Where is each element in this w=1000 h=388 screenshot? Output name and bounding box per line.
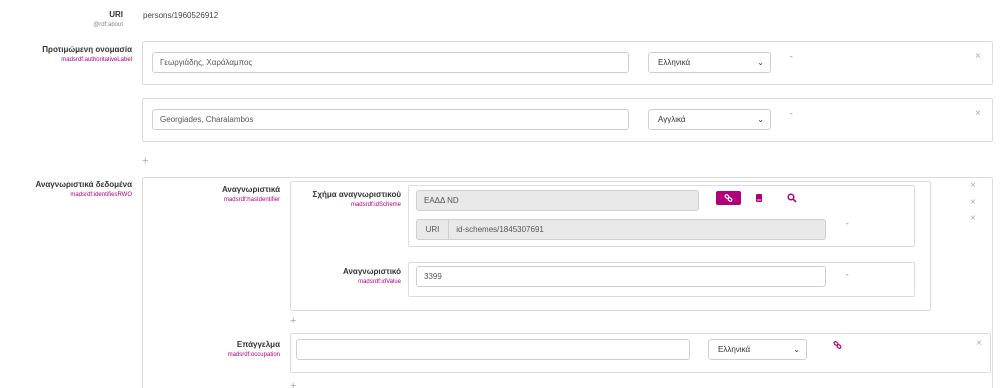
search-icon[interactable] bbox=[787, 193, 797, 203]
identifiers-data-box: Αναγνωριστικά madsrdf:hasIdentifier Σχήμ… bbox=[142, 177, 993, 388]
occupation-language-select[interactable]: Ελληνικά ⌄ bbox=[708, 339, 807, 360]
preferred-name-entry-1: Γεωργιάδης, Χαράλαμπος Ελληνικά ⌄ - × bbox=[142, 41, 993, 85]
preferred-name-entry-2: Georgiades, Charalambos Αγγλικά ⌄ - × bbox=[142, 98, 993, 142]
link-button[interactable] bbox=[716, 191, 741, 205]
id-value-input[interactable]: 3399 bbox=[416, 266, 826, 287]
remove-icon[interactable]: × bbox=[975, 51, 981, 62]
remove-icon[interactable]: × bbox=[976, 338, 982, 349]
language-select-value-2: Αγγλικά bbox=[658, 115, 686, 124]
scheme-uri-value: id-schemes/1845307691 bbox=[456, 225, 544, 234]
scheme-uri-prefix: URI bbox=[417, 220, 449, 240]
id-value-dash: - bbox=[846, 270, 849, 279]
chevron-updown-icon: ⌄ bbox=[793, 345, 800, 354]
preferred-name-dash-2: - bbox=[790, 109, 793, 118]
identifiers-data-label: Αναγνωριστικά δεδομένα bbox=[35, 180, 132, 189]
scheme-dash: - bbox=[846, 219, 849, 228]
identifiers-sub-label: madsrdf:hasIdentifier bbox=[223, 197, 280, 203]
preferred-name-dash-1: - bbox=[790, 52, 793, 61]
occupation-language-value: Ελληνικά bbox=[718, 345, 751, 354]
scheme-label: Σχήμα αναγνωριστικού bbox=[312, 190, 401, 199]
preferred-name-input-2[interactable]: Georgiades, Charalambos bbox=[152, 109, 629, 130]
remove-icon[interactable]: × bbox=[970, 213, 976, 224]
preferred-name-sub-label: madsrdf:authoritativeLabel bbox=[61, 57, 132, 63]
uri-value: persons/1960526912 bbox=[143, 11, 219, 20]
chevron-updown-icon: ⌄ bbox=[757, 115, 764, 124]
language-select-2[interactable]: Αγγλικά ⌄ bbox=[648, 109, 771, 130]
link-icon[interactable] bbox=[833, 341, 843, 351]
remove-icon[interactable]: × bbox=[970, 197, 976, 208]
link-icon bbox=[724, 194, 733, 202]
occupation-input[interactable] bbox=[296, 339, 690, 360]
language-select-1[interactable]: Ελληνικά ⌄ bbox=[648, 52, 771, 73]
preferred-name-label: Προτιμώμενη ονομασία bbox=[42, 45, 132, 54]
identifiers-label: Αναγνωριστικά bbox=[221, 185, 280, 194]
identifiers-data-sub-label: madsrdf:identifiesRWO bbox=[70, 192, 132, 198]
scheme-box: ΕΑΔΔ ND URI id-schemes/1845307691 - bbox=[408, 185, 915, 247]
scheme-sub-label: madsrdf:idScheme bbox=[350, 202, 401, 208]
occupation-box: Ελληνικά ⌄ × bbox=[290, 333, 991, 373]
occupation-sub-label: madsrdf:occupation bbox=[227, 352, 280, 358]
add-identifier-icon[interactable]: + bbox=[290, 315, 296, 327]
scheme-input[interactable]: ΕΑΔΔ ND bbox=[416, 190, 699, 211]
chevron-updown-icon: ⌄ bbox=[757, 58, 764, 67]
remove-icon[interactable]: × bbox=[975, 108, 981, 119]
scheme-uri-field[interactable]: URI id-schemes/1845307691 bbox=[416, 219, 826, 240]
uri-label: URI bbox=[109, 10, 123, 19]
occupation-label: Επάγγελμα bbox=[236, 340, 280, 349]
id-value-sub-label: madsrdf:idValue bbox=[358, 279, 401, 285]
preferred-name-input-1[interactable]: Γεωργιάδης, Χαράλαμπος bbox=[152, 52, 629, 73]
book-icon[interactable] bbox=[754, 193, 764, 203]
uri-sub-label: @rdf:about bbox=[93, 22, 123, 28]
language-select-value-1: Ελληνικά bbox=[658, 58, 691, 67]
add-occupation-icon[interactable]: + bbox=[290, 380, 296, 388]
remove-icon[interactable]: × bbox=[970, 180, 976, 191]
add-preferred-name-icon[interactable]: + bbox=[142, 155, 148, 167]
id-value-label: Αναγνωριστικό bbox=[342, 267, 401, 276]
id-value-box: 3399 - bbox=[408, 262, 915, 297]
identifier-box: Σχήμα αναγνωριστικού madsrdf:idScheme ΕΑ… bbox=[290, 181, 931, 311]
